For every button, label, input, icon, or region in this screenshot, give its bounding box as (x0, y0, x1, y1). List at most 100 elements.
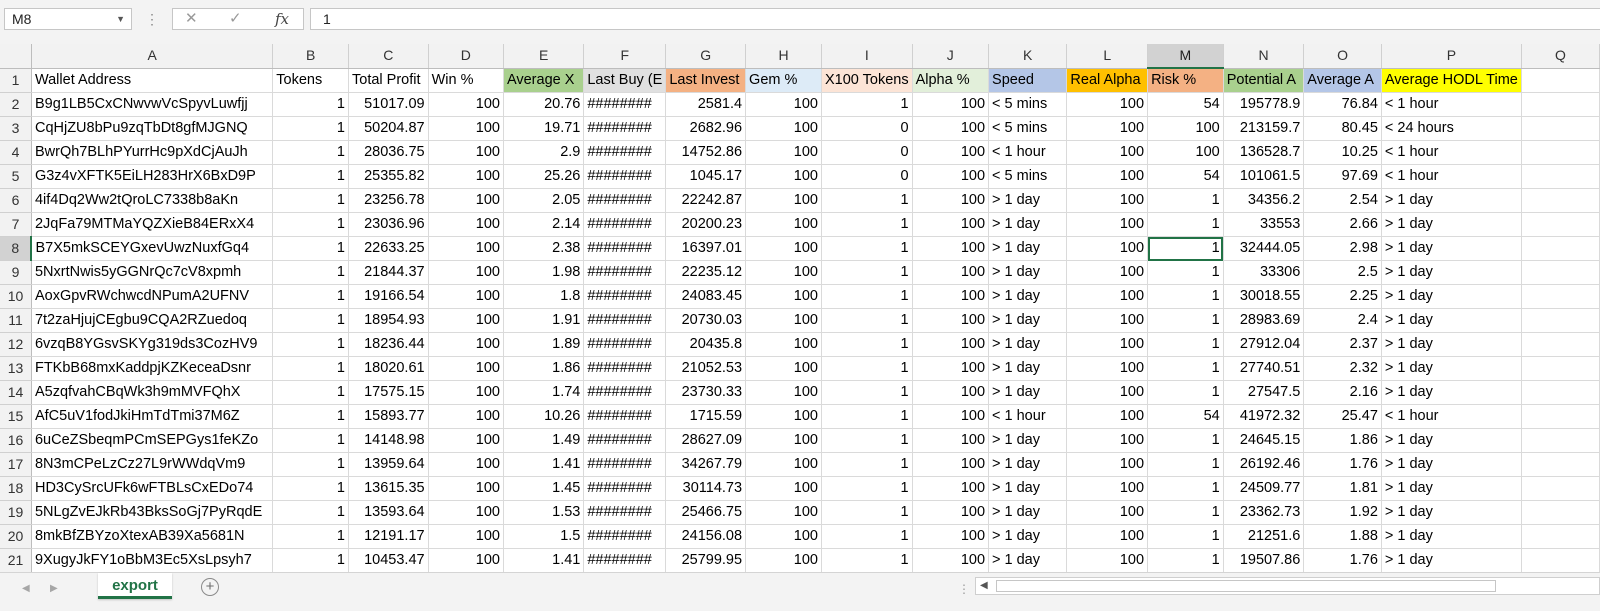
cell-f14[interactable]: ######## (583, 380, 667, 405)
cell-a19[interactable]: 5NLgZvEJkRb43BksSoGj7PyRqdE (31, 500, 274, 525)
cell-q4[interactable] (1521, 140, 1600, 165)
cell-e11[interactable]: 1.91 (503, 308, 585, 333)
cell-d16[interactable]: 100 (428, 428, 504, 453)
cell-m16[interactable]: 1 (1147, 428, 1224, 453)
cell-i11[interactable]: 1 (821, 308, 913, 333)
cell-q15[interactable] (1521, 404, 1600, 429)
cell-i18[interactable]: 1 (821, 476, 913, 501)
cell-a11[interactable]: 7t2zaHjujCEgbu9CQA2RZuedoq (31, 308, 274, 333)
column-header-f[interactable]: F (583, 44, 667, 69)
scroll-left-icon[interactable]: ◀ (980, 580, 988, 591)
cell-p9[interactable]: > 1 day (1381, 260, 1522, 285)
scroll-tabs-right-icon[interactable]: ▶ (50, 583, 58, 594)
cell-l11[interactable]: 100 (1066, 308, 1149, 333)
cell-g5[interactable]: 1045.17 (665, 164, 747, 189)
cell-n9[interactable]: 33306 (1223, 260, 1305, 285)
row-header[interactable]: 21 (0, 548, 32, 572)
cell-m2[interactable]: 54 (1147, 92, 1224, 117)
column-header-n[interactable]: N (1223, 44, 1305, 69)
cell-c21[interactable]: 10453.47 (348, 548, 429, 572)
cell-n2[interactable]: 195778.9 (1223, 92, 1305, 117)
cell-o2[interactable]: 76.84 (1303, 92, 1382, 117)
cell-b13[interactable]: 1 (272, 356, 349, 381)
cell-k9[interactable]: > 1 day (988, 260, 1068, 285)
cell-g4[interactable]: 14752.86 (665, 140, 747, 165)
cell-o12[interactable]: 2.37 (1303, 332, 1382, 357)
cell-k8[interactable]: > 1 day (988, 236, 1068, 261)
row-header[interactable]: 12 (0, 332, 32, 357)
cell-m18[interactable]: 1 (1147, 476, 1224, 501)
cell-c1[interactable]: Total Profit (348, 68, 429, 93)
column-header-m[interactable]: M (1147, 44, 1224, 69)
cell-g12[interactable]: 20435.8 (665, 332, 747, 357)
cell-o11[interactable]: 2.4 (1303, 308, 1382, 333)
cell-l16[interactable]: 100 (1066, 428, 1149, 453)
cell-d8[interactable]: 100 (428, 236, 504, 261)
cell-j21[interactable]: 100 (912, 548, 990, 572)
cell-b20[interactable]: 1 (272, 524, 349, 549)
cell-j3[interactable]: 100 (912, 116, 990, 141)
cell-a10[interactable]: AoxGpvRWchwcdNPumA2UFNV (31, 284, 274, 309)
cell-m13[interactable]: 1 (1147, 356, 1224, 381)
cell-g9[interactable]: 22235.12 (665, 260, 747, 285)
cell-m8[interactable]: 1 (1147, 236, 1224, 261)
cell-d6[interactable]: 100 (428, 188, 504, 213)
cell-q5[interactable] (1521, 164, 1600, 189)
cell-h13[interactable]: 100 (745, 356, 822, 381)
cell-i19[interactable]: 1 (821, 500, 913, 525)
cell-g20[interactable]: 24156.08 (665, 524, 747, 549)
cell-p3[interactable]: < 24 hours (1381, 116, 1522, 141)
cell-n6[interactable]: 34356.2 (1223, 188, 1305, 213)
cell-f17[interactable]: ######## (583, 452, 667, 477)
cell-k11[interactable]: > 1 day (988, 308, 1068, 333)
cell-j7[interactable]: 100 (912, 212, 990, 237)
cell-e18[interactable]: 1.45 (503, 476, 585, 501)
row-header[interactable]: 9 (0, 260, 32, 285)
cell-f5[interactable]: ######## (583, 164, 667, 189)
cell-c13[interactable]: 18020.61 (348, 356, 429, 381)
cell-c5[interactable]: 25355.82 (348, 164, 429, 189)
select-all-corner[interactable] (0, 44, 32, 69)
cell-i17[interactable]: 1 (821, 452, 913, 477)
cell-a3[interactable]: CqHjZU8bPu9zqTbDt8gfMJGNQ (31, 116, 274, 141)
cell-k21[interactable]: > 1 day (988, 548, 1068, 572)
cell-q18[interactable] (1521, 476, 1600, 501)
plus-icon[interactable]: + (201, 578, 219, 596)
cell-m7[interactable]: 1 (1147, 212, 1224, 237)
column-header-j[interactable]: J (912, 44, 990, 69)
cell-l9[interactable]: 100 (1066, 260, 1149, 285)
check-icon[interactable]: ✓ (229, 9, 242, 29)
cell-e7[interactable]: 2.14 (503, 212, 585, 237)
cell-b18[interactable]: 1 (272, 476, 349, 501)
cell-g10[interactable]: 24083.45 (665, 284, 747, 309)
cell-d9[interactable]: 100 (428, 260, 504, 285)
cell-b6[interactable]: 1 (272, 188, 349, 213)
cell-g18[interactable]: 30114.73 (665, 476, 747, 501)
cell-h6[interactable]: 100 (745, 188, 822, 213)
cell-k18[interactable]: > 1 day (988, 476, 1068, 501)
cell-n21[interactable]: 19507.86 (1223, 548, 1305, 572)
cell-k2[interactable]: < 5 mins (988, 92, 1068, 117)
cell-a15[interactable]: AfC5uV1fodJkiHmTdTmi37M6Z (31, 404, 274, 429)
cell-i14[interactable]: 1 (821, 380, 913, 405)
cell-l20[interactable]: 100 (1066, 524, 1149, 549)
cell-k4[interactable]: < 1 hour (988, 140, 1068, 165)
cell-d18[interactable]: 100 (428, 476, 504, 501)
cell-f1[interactable]: Last Buy (E (583, 68, 667, 93)
column-header-o[interactable]: O (1303, 44, 1382, 69)
cell-p10[interactable]: > 1 day (1381, 284, 1522, 309)
cell-o20[interactable]: 1.88 (1303, 524, 1382, 549)
cell-p11[interactable]: > 1 day (1381, 308, 1522, 333)
cell-q12[interactable] (1521, 332, 1600, 357)
cell-i7[interactable]: 1 (821, 212, 913, 237)
cell-q10[interactable] (1521, 284, 1600, 309)
cell-i9[interactable]: 1 (821, 260, 913, 285)
row-header[interactable]: 13 (0, 356, 32, 381)
cell-n11[interactable]: 28983.69 (1223, 308, 1305, 333)
cell-n12[interactable]: 27912.04 (1223, 332, 1305, 357)
cell-o5[interactable]: 97.69 (1303, 164, 1382, 189)
cell-b1[interactable]: Tokens (272, 68, 349, 93)
fx-icon[interactable]: fx (275, 9, 289, 29)
cell-m11[interactable]: 1 (1147, 308, 1224, 333)
cell-p1[interactable]: Average HODL Time (1381, 68, 1522, 93)
